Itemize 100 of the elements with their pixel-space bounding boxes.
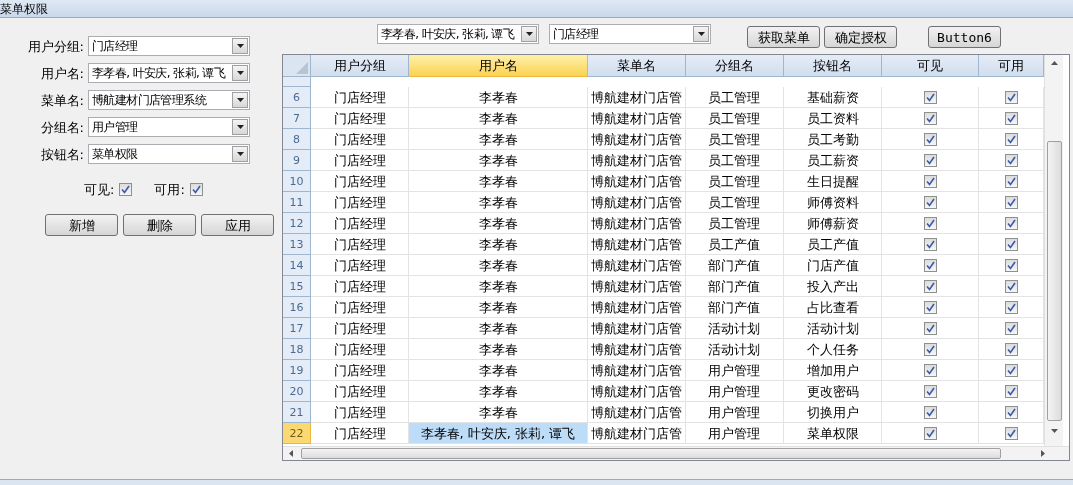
scroll-left-icon[interactable] <box>289 450 293 457</box>
combo-box[interactable]: 博航建材门店管理系统 <box>88 90 250 110</box>
combo-box[interactable]: 用户管理 <box>88 117 250 137</box>
row-header[interactable]: 10 <box>283 171 311 192</box>
table-cell: 员工薪资 <box>784 150 882 171</box>
scroll-right-icon[interactable] <box>1041 450 1045 457</box>
combo-box[interactable]: 门店经理 <box>549 24 711 44</box>
table-cell: 李孝春, 叶安庆, 张莉, 谭飞 <box>409 423 588 444</box>
column-header[interactable]: 用户名 <box>409 55 588 77</box>
row-header[interactable]: 16 <box>283 297 311 318</box>
dropdown-button[interactable] <box>693 26 709 42</box>
checkbox[interactable] <box>923 405 937 419</box>
dropdown-button[interactable] <box>232 146 248 162</box>
checkbox[interactable] <box>1004 132 1018 146</box>
action-button[interactable]: 确定授权 <box>824 26 897 48</box>
row-header[interactable]: 8 <box>283 129 311 150</box>
checkbox[interactable] <box>923 384 937 398</box>
checkbox[interactable] <box>1004 90 1018 104</box>
checkmark-icon <box>925 365 935 375</box>
horizontal-scrollbar[interactable] <box>283 446 1069 460</box>
action-button[interactable]: 删除 <box>123 214 196 236</box>
combo-box[interactable]: 菜单权限 <box>88 144 250 164</box>
checkbox[interactable] <box>923 90 937 104</box>
checkbox[interactable] <box>1004 111 1018 125</box>
column-header[interactable]: 分组名 <box>686 55 784 77</box>
row-header[interactable]: 19 <box>283 360 311 381</box>
combo-box[interactable]: 李孝春, 叶安庆, 张莉, 谭飞 <box>377 24 539 44</box>
action-button[interactable]: 新增 <box>45 214 118 236</box>
checkbox[interactable] <box>1004 279 1018 293</box>
checkbox[interactable] <box>1004 300 1018 314</box>
row-header[interactable]: 7 <box>283 108 311 129</box>
checkbox[interactable] <box>119 183 133 196</box>
combo-box[interactable]: 李孝春, 叶安庆, 张莉, 谭飞 <box>88 63 250 83</box>
row-header[interactable]: 20 <box>283 381 311 402</box>
checkbox[interactable] <box>189 183 203 196</box>
checkbox[interactable] <box>1004 153 1018 167</box>
checkbox[interactable] <box>923 342 937 356</box>
checkbox[interactable] <box>923 132 937 146</box>
checkbox[interactable] <box>923 237 937 251</box>
checkbox[interactable] <box>1004 216 1018 230</box>
dropdown-button[interactable] <box>232 65 248 81</box>
checkbox[interactable] <box>923 321 937 335</box>
row-header[interactable]: 11 <box>283 192 311 213</box>
row-header[interactable]: 18 <box>283 339 311 360</box>
column-header[interactable]: 按钮名 <box>784 55 882 77</box>
checkbox[interactable] <box>1004 258 1018 272</box>
checkmark-icon <box>925 323 935 333</box>
vertical-scrollbar[interactable] <box>1044 55 1063 446</box>
checkbox[interactable] <box>923 153 937 167</box>
table-cell: 员工资料 <box>784 108 882 129</box>
table-cell: 博航建材门店管 <box>588 87 686 108</box>
table-cell: 师傅资料 <box>784 192 882 213</box>
checkbox[interactable] <box>923 363 937 377</box>
checkmark-icon <box>1006 386 1016 396</box>
table-cell: 门店经理 <box>311 297 409 318</box>
dropdown-button[interactable] <box>232 38 248 54</box>
column-header[interactable]: 菜单名 <box>588 55 686 77</box>
row-header[interactable]: 9 <box>283 150 311 171</box>
row-header[interactable]: 15 <box>283 276 311 297</box>
column-header[interactable]: 可用 <box>979 55 1044 77</box>
column-header[interactable]: 可见 <box>882 55 979 77</box>
checkmark-icon <box>1006 218 1016 228</box>
checkbox[interactable] <box>923 111 937 125</box>
checkbox[interactable] <box>923 300 937 314</box>
action-button[interactable]: 应用 <box>201 214 274 236</box>
scroll-thumb[interactable] <box>301 448 1001 459</box>
checkbox[interactable] <box>1004 342 1018 356</box>
checkbox[interactable] <box>923 279 937 293</box>
checkmark-icon <box>1006 176 1016 186</box>
checkbox[interactable] <box>1004 405 1018 419</box>
combo-box[interactable]: 门店经理 <box>88 36 250 56</box>
checkbox[interactable] <box>923 195 937 209</box>
checkbox[interactable] <box>923 258 937 272</box>
action-button[interactable]: 获取菜单 <box>747 26 820 48</box>
checkbox[interactable] <box>923 174 937 188</box>
checkbox[interactable] <box>1004 363 1018 377</box>
scroll-down-icon[interactable] <box>1050 429 1058 433</box>
checkbox[interactable] <box>1004 174 1018 188</box>
checkbox[interactable] <box>923 426 937 440</box>
dropdown-button[interactable] <box>232 119 248 135</box>
row-header[interactable]: 14 <box>283 255 311 276</box>
row-header[interactable]: 21 <box>283 402 311 423</box>
scroll-thumb[interactable] <box>1046 141 1062 421</box>
checkbox[interactable] <box>1004 237 1018 251</box>
row-header[interactable]: 22 <box>283 423 311 444</box>
checkbox[interactable] <box>1004 426 1018 440</box>
checkbox[interactable] <box>1004 195 1018 209</box>
action-button[interactable]: Button6 <box>928 26 1001 48</box>
table-cell: 博航建材门店管 <box>588 150 686 171</box>
row-header[interactable]: 12 <box>283 213 311 234</box>
checkbox[interactable] <box>1004 384 1018 398</box>
row-header[interactable]: 13 <box>283 234 311 255</box>
row-header[interactable]: 17 <box>283 318 311 339</box>
column-header[interactable]: 用户分组 <box>311 55 409 77</box>
dropdown-button[interactable] <box>521 26 537 42</box>
row-header[interactable]: 6 <box>283 87 311 108</box>
dropdown-button[interactable] <box>232 92 248 108</box>
checkbox[interactable] <box>923 216 937 230</box>
checkbox[interactable] <box>1004 321 1018 335</box>
scroll-up-icon[interactable] <box>1050 61 1058 65</box>
